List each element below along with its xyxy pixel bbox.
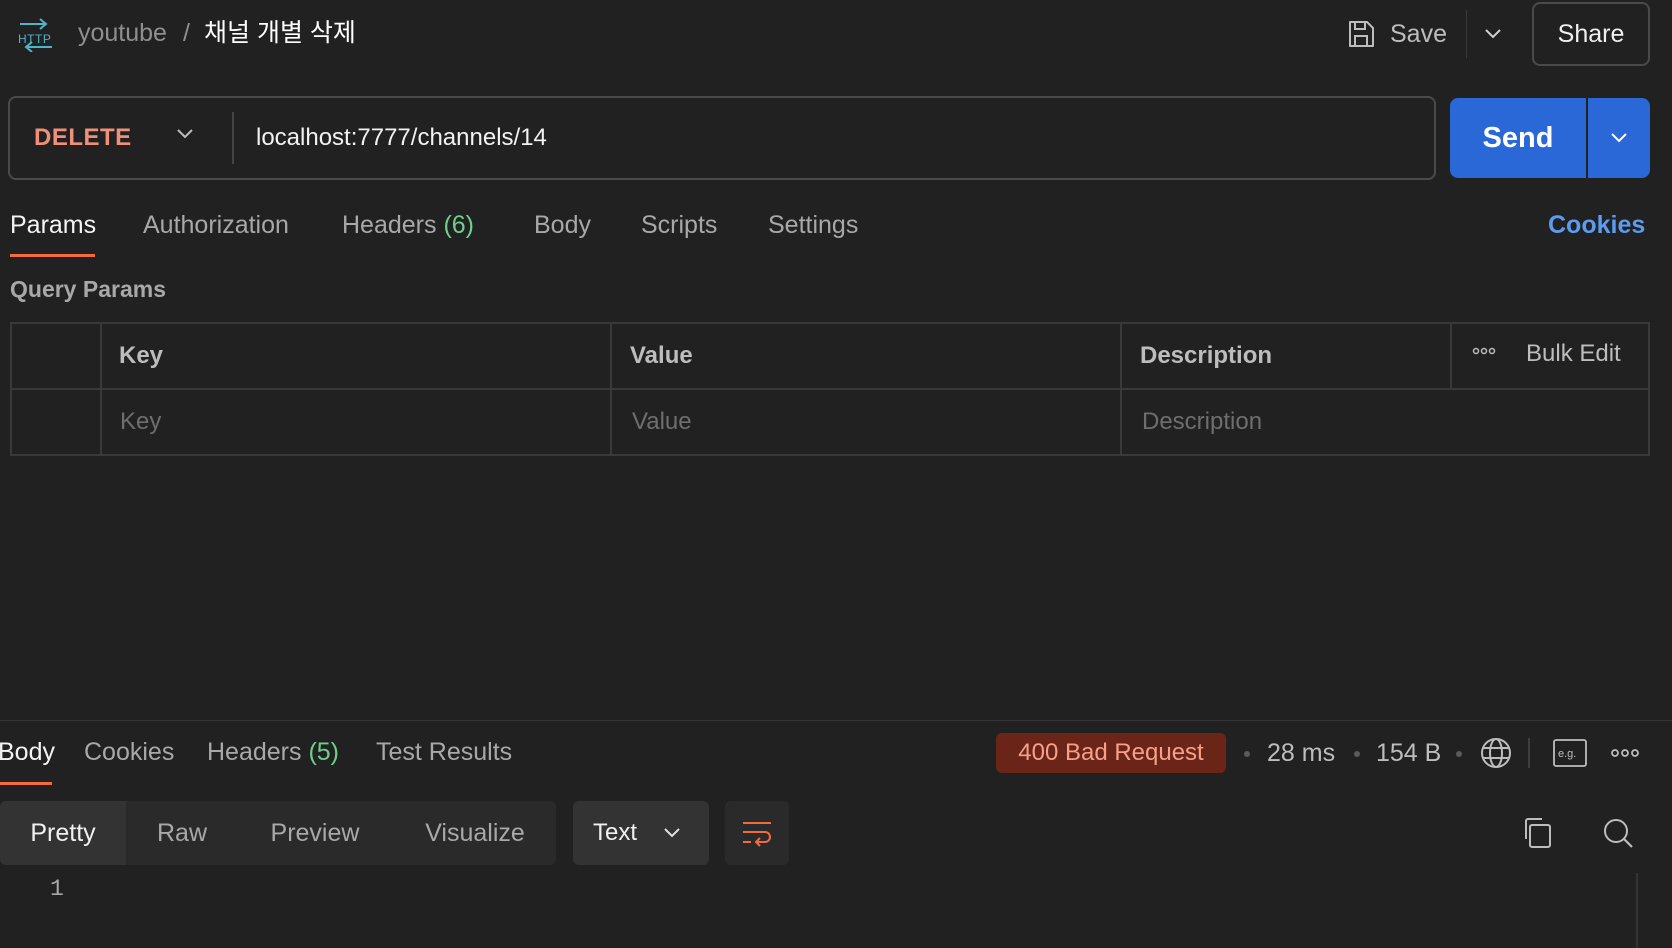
method-divider bbox=[232, 112, 234, 164]
save-label: Save bbox=[1390, 19, 1447, 48]
response-size[interactable]: 154 B bbox=[1376, 736, 1441, 770]
svg-text:e.g.: e.g. bbox=[1558, 748, 1576, 760]
column-header-key: Key bbox=[119, 342, 164, 369]
tab-body[interactable]: Body bbox=[534, 208, 591, 242]
tab-scripts[interactable]: Scripts bbox=[641, 208, 717, 242]
save-icon bbox=[1346, 19, 1376, 49]
breadcrumb-collection[interactable]: youtube bbox=[78, 18, 167, 48]
http-icon: HTTP bbox=[16, 16, 56, 52]
view-mode-raw[interactable]: Raw bbox=[132, 801, 232, 865]
method-label: DELETE bbox=[34, 124, 132, 151]
response-tab-headers-label: Headers bbox=[207, 738, 302, 766]
more-options-icon[interactable] bbox=[1472, 346, 1496, 356]
response-scrollbar[interactable] bbox=[1636, 873, 1672, 948]
line-number: 1 bbox=[50, 876, 64, 902]
chevron-down-icon bbox=[1610, 132, 1628, 144]
request-header: HTTP youtube / 채널 개별 삭제 Save Share bbox=[0, 0, 1672, 66]
wrap-lines-icon bbox=[741, 819, 773, 847]
bulk-edit-button[interactable]: Bulk Edit bbox=[1526, 340, 1621, 368]
active-tab-indicator bbox=[10, 254, 95, 257]
copy-icon[interactable] bbox=[1522, 817, 1552, 849]
response-tab-headers[interactable]: Headers (5) bbox=[207, 735, 339, 769]
save-options-button[interactable] bbox=[1466, 10, 1518, 58]
chevron-down-icon bbox=[1484, 28, 1502, 40]
response-divider[interactable] bbox=[0, 720, 1672, 721]
tab-params[interactable]: Params bbox=[10, 208, 96, 242]
tab-headers[interactable]: Headers (6) bbox=[342, 208, 474, 242]
param-value-input[interactable] bbox=[632, 394, 1112, 450]
wrap-lines-button[interactable] bbox=[725, 801, 789, 865]
svg-text:HTTP: HTTP bbox=[18, 32, 51, 46]
format-select[interactable]: Text bbox=[573, 801, 709, 865]
response-tab-test-results[interactable]: Test Results bbox=[376, 735, 512, 769]
view-mode-preview[interactable]: Preview bbox=[252, 801, 378, 865]
headers-count: (6) bbox=[443, 211, 475, 239]
meta-separator-dot bbox=[1456, 751, 1462, 757]
column-header-description: Description bbox=[1140, 342, 1273, 369]
tab-headers-label: Headers bbox=[342, 211, 437, 239]
tab-settings[interactable]: Settings bbox=[768, 208, 858, 242]
method-select[interactable]: DELETE bbox=[10, 98, 232, 178]
cookies-link[interactable]: Cookies bbox=[1548, 208, 1645, 242]
response-headers-count: (5) bbox=[308, 738, 340, 766]
globe-icon[interactable] bbox=[1480, 737, 1512, 769]
format-label: Text bbox=[593, 819, 638, 846]
meta-separator-dot bbox=[1244, 751, 1250, 757]
view-mode-visualize[interactable]: Visualize bbox=[410, 801, 540, 865]
param-description-input[interactable] bbox=[1142, 394, 1622, 450]
share-button[interactable]: Share bbox=[1532, 2, 1650, 66]
column-header-value: Value bbox=[630, 342, 693, 369]
url-input[interactable] bbox=[256, 98, 1416, 178]
search-icon[interactable] bbox=[1602, 817, 1634, 849]
header-row-divider bbox=[12, 388, 1648, 390]
response-time[interactable]: 28 ms bbox=[1267, 736, 1335, 770]
response-tab-body[interactable]: Body bbox=[0, 735, 55, 769]
more-options-icon[interactable] bbox=[1611, 748, 1639, 758]
active-response-tab-indicator bbox=[0, 782, 52, 785]
url-bar: DELETE bbox=[8, 96, 1436, 180]
meta-separator-dot bbox=[1354, 751, 1360, 757]
example-icon[interactable]: e.g. bbox=[1553, 739, 1587, 767]
response-tab-cookies[interactable]: Cookies bbox=[84, 735, 174, 769]
tab-authorization[interactable]: Authorization bbox=[143, 208, 289, 242]
send-button[interactable]: Send bbox=[1450, 98, 1586, 178]
breadcrumb-separator: / bbox=[183, 19, 190, 47]
view-mode-selector: Pretty Raw Preview Visualize bbox=[0, 801, 556, 865]
query-params-table: Key Value Description Bulk Edit bbox=[10, 322, 1650, 456]
save-button[interactable]: Save bbox=[1346, 10, 1466, 58]
toolbar-divider bbox=[1528, 738, 1530, 768]
param-key-input[interactable] bbox=[120, 394, 600, 450]
request-name[interactable]: 채널 개별 삭제 bbox=[204, 18, 356, 48]
view-mode-pretty[interactable]: Pretty bbox=[0, 801, 126, 865]
query-params-title: Query Params bbox=[10, 276, 166, 302]
chevron-down-icon bbox=[176, 128, 194, 140]
chevron-down-icon bbox=[663, 827, 681, 839]
status-badge[interactable]: 400 Bad Request bbox=[996, 733, 1226, 773]
send-options-button[interactable] bbox=[1588, 98, 1650, 178]
